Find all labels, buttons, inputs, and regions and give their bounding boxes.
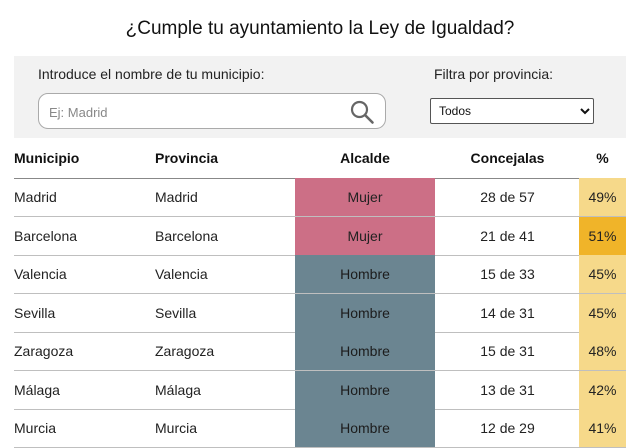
cell-provincia: Málaga: [155, 381, 201, 398]
cell-concejalas: 15 de 33: [480, 266, 535, 282]
table-row: Zaragoza Zaragoza Hombre 15 de 31 48%: [14, 332, 626, 371]
cell-municipio: Sevilla: [14, 304, 56, 321]
cell-provincia: Valencia: [155, 266, 208, 282]
table-row: Valencia Valencia Hombre 15 de 33 45%: [14, 255, 626, 294]
header-provincia: Provincia: [155, 150, 219, 166]
cell-concejalas: 12 de 29: [480, 420, 535, 436]
cell-concejalas: 13 de 31: [480, 381, 535, 398]
header-concejalas: Concejalas: [470, 150, 545, 166]
search-icon[interactable]: [349, 99, 375, 125]
table-row: Barcelona Barcelona Mujer 21 de 41 51%: [14, 216, 626, 256]
cell-pct: 48%: [579, 332, 626, 370]
province-label: Filtra por provincia:: [434, 66, 554, 82]
cell-pct: 41%: [579, 409, 626, 447]
cell-alcalde: Mujer: [295, 216, 435, 255]
cell-pct: 45%: [579, 293, 626, 332]
cell-pct: 45%: [579, 255, 626, 293]
header-alcalde: Alcalde: [340, 150, 390, 166]
cell-concejalas: 14 de 31: [480, 304, 535, 321]
cell-provincia: Barcelona: [155, 227, 219, 244]
search-label: Introduce el nombre de tu municipio:: [38, 66, 265, 82]
table-row: Sevilla Sevilla Hombre 14 de 31 45%: [14, 293, 626, 333]
search-input[interactable]: [47, 94, 341, 130]
header-municipio: Municipio: [14, 150, 80, 166]
cell-alcalde: Hombre: [295, 255, 435, 293]
cell-municipio: Málaga: [14, 381, 60, 398]
cell-alcalde: Hombre: [295, 293, 435, 332]
cell-concejalas: 15 de 31: [480, 343, 535, 359]
cell-provincia: Zaragoza: [155, 343, 215, 359]
cell-alcalde: Mujer: [295, 178, 435, 216]
cell-provincia: Sevilla: [155, 304, 197, 321]
table-row: Málaga Málaga Hombre 13 de 31 42%: [14, 370, 626, 410]
cell-alcalde: Hombre: [295, 370, 435, 409]
search-box[interactable]: [38, 93, 386, 130]
cell-provincia: Murcia: [155, 420, 198, 436]
cell-concejalas: 28 de 57: [480, 189, 535, 205]
table-row: Madrid Madrid Mujer 28 de 57 49%: [14, 178, 626, 217]
cell-municipio: Barcelona: [14, 227, 78, 244]
cell-provincia: Madrid: [155, 189, 198, 205]
cell-concejalas: 21 de 41: [480, 227, 535, 244]
cell-municipio: Murcia: [14, 420, 57, 436]
cell-alcalde: Hombre: [295, 332, 435, 370]
table-header: Municipio Provincia Alcalde Concejalas %: [14, 148, 626, 179]
cell-pct: 42%: [579, 370, 626, 409]
cell-pct: 51%: [579, 216, 626, 255]
province-select[interactable]: Todos: [430, 98, 594, 124]
filter-panel: Introduce el nombre de tu municipio: Fil…: [14, 56, 626, 138]
cell-municipio: Zaragoza: [14, 343, 74, 359]
header-pct: %: [596, 150, 609, 166]
cell-alcalde: Hombre: [295, 409, 435, 447]
page-title: ¿Cumple tu ayuntamiento la Ley de Iguald…: [125, 18, 515, 39]
cell-municipio: Valencia: [14, 266, 67, 282]
cell-municipio: Madrid: [14, 189, 57, 205]
table-row: Murcia Murcia Hombre 12 de 29 41%: [14, 409, 626, 448]
cell-pct: 49%: [579, 178, 626, 216]
